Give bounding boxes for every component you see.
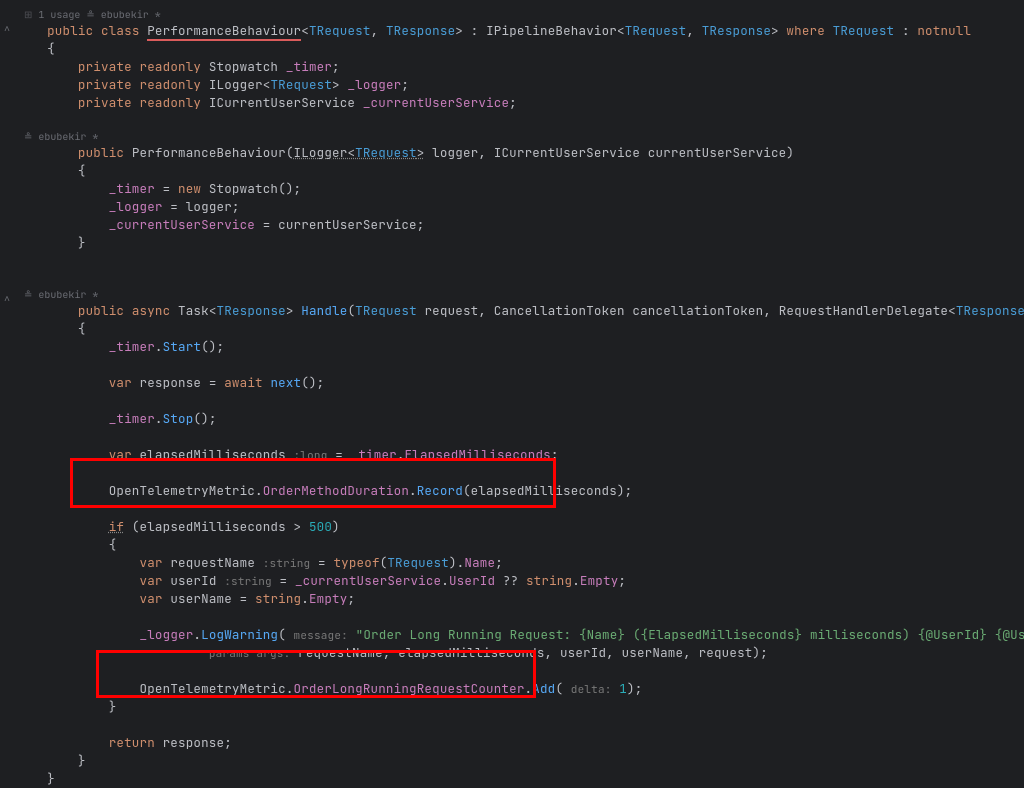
code-line: public async Task<TResponse> Handle(TReq…	[0, 302, 1024, 320]
code-line: public PerformanceBehaviour(ILogger<TReq…	[0, 144, 1024, 162]
code-editor[interactable]: ⊞ 1 usage ≗ ebubekir * public class Perf…	[0, 8, 1024, 788]
usage-count: 1 usage	[38, 8, 80, 21]
code-line	[0, 356, 1024, 374]
code-line: var userId :string = _currentUserService…	[0, 572, 1024, 590]
code-line: {	[0, 40, 1024, 58]
author-label: ebubekir *	[101, 8, 161, 21]
code-line	[0, 112, 1024, 130]
code-line: var response = await next();	[0, 374, 1024, 392]
editor-gutter: ˄ ˄	[0, 0, 20, 782]
code-line: if (elapsedMilliseconds > 500)	[0, 518, 1024, 536]
code-line: }	[0, 698, 1024, 716]
code-line: {	[0, 162, 1024, 180]
code-line: var elapsedMilliseconds :long = _timer.E…	[0, 446, 1024, 464]
author-icon: ≗	[24, 130, 32, 143]
usage-icon: ⊞	[24, 8, 32, 21]
code-line: }	[0, 770, 1024, 788]
code-line: {	[0, 320, 1024, 338]
code-line: {	[0, 536, 1024, 554]
code-line: _timer.Start();	[0, 338, 1024, 356]
code-line: OpenTelemetryMetric.OrderLongRunningRequ…	[0, 680, 1024, 698]
author-label: ebubekir *	[38, 288, 98, 301]
code-line	[0, 270, 1024, 288]
author-icon: ≗	[86, 8, 94, 21]
class-name: PerformanceBehaviour	[147, 22, 301, 41]
code-line: params args: requestName, elapsedMillise…	[0, 644, 1024, 662]
code-line: _timer.Stop();	[0, 410, 1024, 428]
code-lens[interactable]: ≗ ebubekir *	[0, 288, 1024, 302]
author-icon: ≗	[24, 288, 32, 301]
code-line	[0, 464, 1024, 482]
code-line: return response;	[0, 734, 1024, 752]
code-line: public class PerformanceBehaviour<TReque…	[0, 22, 1024, 40]
code-lens[interactable]: ⊞ 1 usage ≗ ebubekir *	[0, 8, 1024, 22]
code-line	[0, 662, 1024, 680]
code-line: private readonly ILogger<TRequest> _logg…	[0, 76, 1024, 94]
code-line: var userName = string.Empty;	[0, 590, 1024, 608]
author-label: ebubekir *	[38, 130, 98, 143]
code-line: _logger.LogWarning( message: "Order Long…	[0, 626, 1024, 644]
code-line: private readonly Stopwatch _timer;	[0, 58, 1024, 76]
code-line	[0, 252, 1024, 270]
code-line: OpenTelemetryMetric.OrderMethodDuration.…	[0, 482, 1024, 500]
code-lens[interactable]: ≗ ebubekir *	[0, 130, 1024, 144]
code-line	[0, 392, 1024, 410]
code-line: _currentUserService = currentUserService…	[0, 216, 1024, 234]
code-line: private readonly ICurrentUserService _cu…	[0, 94, 1024, 112]
fold-caret-icon[interactable]: ˄	[4, 292, 10, 306]
code-line: }	[0, 234, 1024, 252]
code-line: }	[0, 752, 1024, 770]
code-line	[0, 428, 1024, 446]
code-line	[0, 500, 1024, 518]
code-line	[0, 608, 1024, 626]
code-line	[0, 716, 1024, 734]
code-line: _logger = logger;	[0, 198, 1024, 216]
fold-caret-icon[interactable]: ˄	[4, 22, 10, 36]
code-line: _timer = new Stopwatch();	[0, 180, 1024, 198]
code-line: var requestName :string = typeof(TReques…	[0, 554, 1024, 572]
